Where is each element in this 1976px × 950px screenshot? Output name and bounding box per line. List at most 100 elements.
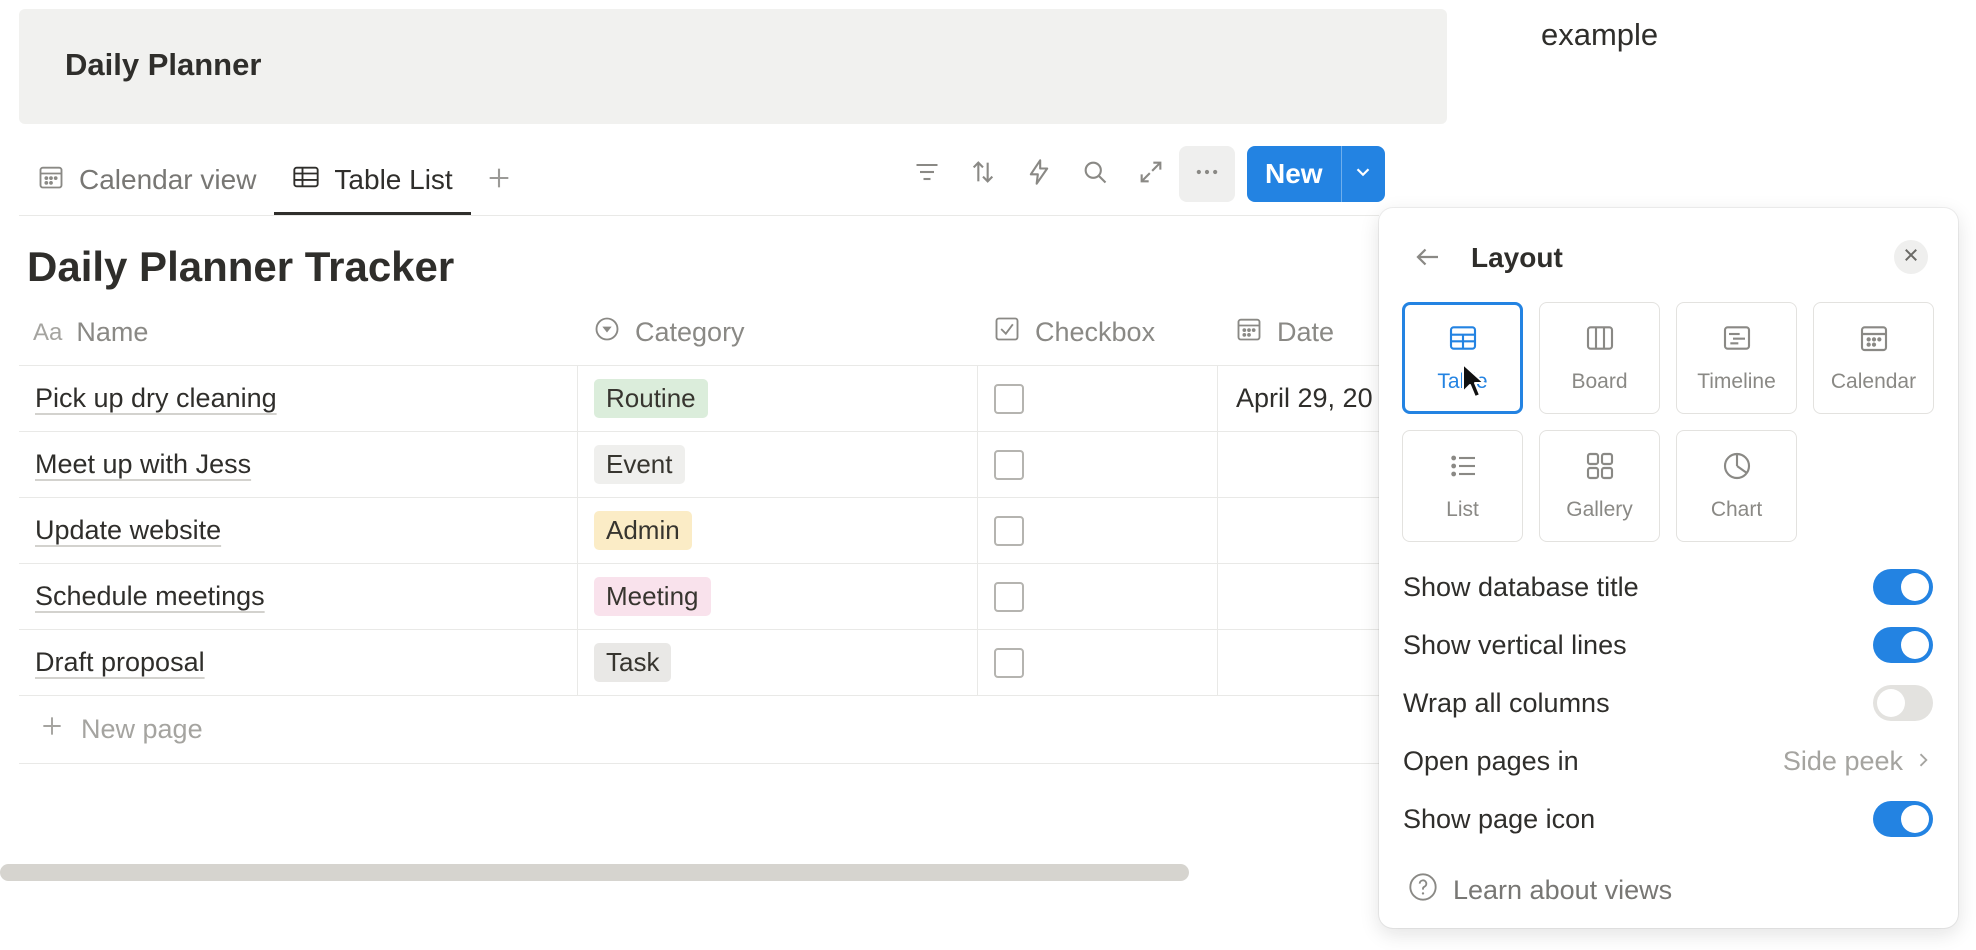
setting-open-pages-in[interactable]: Open pages in Side peek bbox=[1403, 741, 1933, 781]
layout-panel: Layout Table Board Timeline Calendar Lis… bbox=[1379, 208, 1958, 928]
column-label: Date bbox=[1277, 317, 1335, 347]
setting-label: Show database title bbox=[1403, 571, 1639, 602]
layout-option-label: Chart bbox=[1710, 498, 1763, 521]
column-header-category[interactable]: Category bbox=[577, 300, 977, 365]
row-name[interactable]: Draft proposal bbox=[35, 647, 205, 678]
row-name[interactable]: Schedule meetings bbox=[35, 581, 265, 612]
tab-label: Table List bbox=[334, 164, 453, 195]
chevron-down-icon bbox=[1352, 161, 1374, 188]
layout-option-label: Timeline bbox=[1697, 370, 1776, 393]
database-title: Daily Planner Tracker bbox=[27, 243, 455, 290]
category-cell[interactable]: Event bbox=[577, 432, 977, 497]
row-checkbox[interactable] bbox=[994, 647, 1024, 678]
horizontal-scrollbar[interactable] bbox=[0, 864, 1189, 881]
column-header-checkbox[interactable]: Checkbox bbox=[977, 300, 1217, 365]
back-button[interactable] bbox=[1413, 242, 1443, 277]
layout-option-chart[interactable]: Chart bbox=[1676, 430, 1797, 542]
page-header: Daily Planner bbox=[19, 9, 1447, 124]
row-name[interactable]: Meet up with Jess bbox=[35, 449, 251, 480]
table-row[interactable]: Update website Admin bbox=[19, 498, 1379, 564]
checkbox-cell bbox=[977, 630, 1217, 695]
setting-show-database-title: Show database title bbox=[1403, 567, 1933, 607]
table-icon bbox=[292, 163, 320, 198]
search-icon bbox=[1081, 158, 1109, 191]
show-vertical-lines-toggle[interactable] bbox=[1873, 627, 1933, 663]
category-cell[interactable]: Meeting bbox=[577, 564, 977, 629]
column-header-name[interactable]: Aa Name bbox=[19, 300, 577, 365]
plus-icon bbox=[485, 164, 513, 197]
row-checkbox[interactable] bbox=[994, 449, 1024, 480]
setting-label: Open pages in bbox=[1403, 745, 1579, 776]
category-cell[interactable]: Routine bbox=[577, 366, 977, 431]
learn-label: Learn about views bbox=[1453, 875, 1673, 905]
row-name[interactable]: Update website bbox=[35, 515, 221, 546]
row-checkbox[interactable] bbox=[994, 515, 1024, 546]
category-cell[interactable]: Task bbox=[577, 630, 977, 695]
layout-option-label: List bbox=[1446, 498, 1479, 521]
checkbox-cell bbox=[977, 498, 1217, 563]
select-icon bbox=[593, 315, 621, 350]
table-row[interactable]: Meet up with Jess Event bbox=[19, 432, 1379, 498]
checkbox-icon bbox=[993, 315, 1021, 350]
corner-label: example bbox=[1541, 17, 1659, 52]
new-button[interactable]: New bbox=[1247, 146, 1341, 202]
layout-option-calendar[interactable]: Calendar bbox=[1813, 302, 1934, 414]
name-cell: Pick up dry cleaning bbox=[19, 366, 577, 431]
calendar-icon bbox=[37, 163, 65, 198]
lightning-icon bbox=[1025, 158, 1053, 191]
new-dropdown-button[interactable] bbox=[1340, 146, 1385, 202]
expand-button[interactable] bbox=[1123, 146, 1179, 202]
close-button[interactable] bbox=[1894, 240, 1928, 274]
table-row[interactable]: Pick up dry cleaning Routine April 29, 2… bbox=[19, 366, 1379, 432]
board-icon bbox=[1584, 322, 1616, 360]
category-tag: Routine bbox=[594, 379, 708, 418]
tab-table-list[interactable]: Table List bbox=[274, 145, 472, 215]
column-label: Name bbox=[76, 317, 149, 347]
layout-option-timeline[interactable]: Timeline bbox=[1676, 302, 1797, 414]
database-table: Aa Name Category Checkbox Date Pick up d… bbox=[19, 300, 1379, 764]
layout-option-gallery[interactable]: Gallery bbox=[1539, 430, 1660, 542]
add-view-button[interactable] bbox=[471, 145, 527, 215]
panel-title: Layout bbox=[1471, 242, 1563, 273]
plus-icon bbox=[39, 713, 65, 746]
category-cell[interactable]: Admin bbox=[577, 498, 977, 563]
table-row[interactable]: Schedule meetings Meeting bbox=[19, 564, 1379, 630]
close-icon bbox=[1902, 246, 1920, 269]
tab-calendar-view[interactable]: Calendar view bbox=[19, 145, 274, 215]
checkbox-cell bbox=[977, 366, 1217, 431]
table-row[interactable]: Draft proposal Task bbox=[19, 630, 1379, 696]
show-database-title-toggle[interactable] bbox=[1873, 569, 1933, 605]
date-icon bbox=[1235, 315, 1263, 350]
new-button-group: New bbox=[1247, 146, 1385, 202]
view-tabs: Calendar view Table List bbox=[19, 145, 527, 215]
row-date: April 29, 20 bbox=[1236, 383, 1373, 413]
layout-option-list[interactable]: List bbox=[1402, 430, 1523, 542]
tab-label: Calendar view bbox=[79, 164, 257, 195]
category-tag: Meeting bbox=[594, 577, 711, 616]
arrow-left-icon bbox=[1413, 248, 1443, 276]
learn-about-views-link[interactable]: Learn about views bbox=[1407, 871, 1672, 910]
mouse-pointer-icon bbox=[1461, 362, 1487, 405]
more-icon bbox=[1193, 158, 1221, 191]
sort-button[interactable] bbox=[955, 146, 1011, 202]
row-name[interactable]: Pick up dry cleaning bbox=[35, 383, 277, 414]
timeline-icon bbox=[1721, 322, 1753, 360]
setting-label: Show page icon bbox=[1403, 803, 1596, 834]
name-cell: Meet up with Jess bbox=[19, 432, 577, 497]
automation-button[interactable] bbox=[1011, 146, 1067, 202]
help-icon bbox=[1407, 871, 1439, 910]
setting-show-page-icon: Show page icon bbox=[1403, 799, 1933, 839]
name-cell: Schedule meetings bbox=[19, 564, 577, 629]
search-button[interactable] bbox=[1067, 146, 1123, 202]
new-page-button[interactable]: New page bbox=[19, 696, 1379, 764]
page-title: Daily Planner bbox=[65, 47, 262, 82]
row-checkbox[interactable] bbox=[994, 581, 1024, 612]
checkbox-cell bbox=[977, 564, 1217, 629]
filter-button[interactable] bbox=[899, 146, 955, 202]
layout-option-board[interactable]: Board bbox=[1539, 302, 1660, 414]
filter-icon bbox=[913, 158, 941, 191]
row-checkbox[interactable] bbox=[994, 383, 1024, 414]
show-page-icon-toggle[interactable] bbox=[1873, 801, 1933, 837]
more-options-button[interactable] bbox=[1179, 146, 1235, 202]
wrap-all-columns-toggle[interactable] bbox=[1873, 685, 1933, 721]
